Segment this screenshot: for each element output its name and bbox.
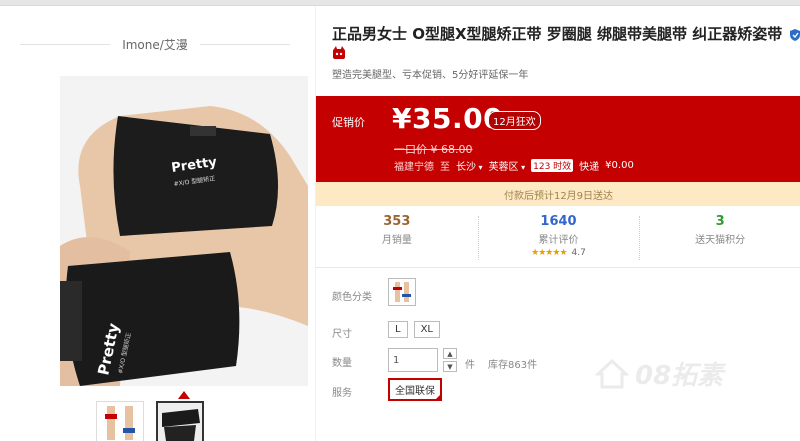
shield-icon[interactable] bbox=[788, 28, 800, 42]
watermark-house-icon bbox=[595, 358, 629, 388]
stat-label[interactable]: 累计评价 bbox=[539, 231, 579, 246]
stat-value: 3 bbox=[715, 214, 725, 229]
stat-value[interactable]: 1640 bbox=[540, 214, 576, 229]
watermark: 08拓素 bbox=[595, 355, 723, 392]
ship-to-label: 至 bbox=[440, 162, 450, 173]
rating-stars: ★★★★★ 4.7 bbox=[531, 248, 586, 258]
star-icons: ★★★★★ bbox=[531, 248, 567, 258]
ship-city-dropdown[interactable]: 长沙 bbox=[456, 158, 483, 173]
stat-points: 3 送天猫积分 bbox=[639, 206, 800, 267]
color-label: 颜色分类 bbox=[332, 292, 372, 303]
price-label: 促销价 bbox=[332, 116, 365, 129]
stat-reviews[interactable]: 1640 累计评价 ★★★★★ 4.7 bbox=[477, 206, 640, 267]
ship-time-badge: 123 时效 bbox=[531, 159, 574, 172]
ship-fee-label: 快递 bbox=[579, 162, 600, 173]
quantity-label: 数量 bbox=[332, 358, 352, 369]
service-label: 服务 bbox=[332, 388, 352, 399]
size-label: 尺寸 bbox=[332, 329, 352, 340]
main-product-image[interactable]: Pretty #X/O 型腿矫正 Pretty #X/O 型腿矫正 bbox=[60, 76, 308, 386]
stats-bar: 353 月销量 1640 累计评价 ★★★★★ 4.7 3 送天猫积分 bbox=[316, 206, 800, 268]
quantity-decrease-icon[interactable]: ▼ bbox=[443, 361, 457, 372]
price-panel: 促销价 ¥35.00 12月狂欢 一口价 ¥ 68.00 福建宁德 至 长沙 芙… bbox=[316, 96, 800, 182]
stock-count: 库存863件 bbox=[488, 360, 538, 371]
quantity-unit: 件 bbox=[465, 360, 475, 371]
size-option-l[interactable]: L bbox=[388, 321, 408, 338]
shipping-row: 福建宁德 至 长沙 芙蓉区 123 时效 快递 ¥0.00 bbox=[394, 158, 634, 173]
stat-label: 送天猫积分 bbox=[695, 235, 746, 246]
thumb-pointer-icon bbox=[178, 391, 190, 399]
original-price-value: ¥ 68.00 bbox=[430, 143, 473, 156]
current-price: ¥35.00 bbox=[392, 102, 504, 135]
service-option-selected[interactable]: 全国联保 bbox=[388, 378, 442, 401]
gallery: Imone/艾漫 Pretty #X/O 型腿矫正 Pretty #X/O 型腿… bbox=[0, 6, 315, 441]
size-options: L XL bbox=[388, 321, 440, 338]
promo-badge: 12月狂欢 bbox=[488, 111, 541, 130]
thumbnail-strip bbox=[96, 401, 204, 441]
tmall-cat-icon[interactable] bbox=[332, 46, 346, 60]
stat-value: 353 bbox=[383, 214, 411, 229]
brand-header[interactable]: Imone/艾漫 bbox=[20, 34, 290, 54]
ship-from: 福建宁德 bbox=[394, 162, 434, 173]
product-subtitle: 塑造完美腿型、亏本促销、5分好评延保一年 bbox=[332, 70, 529, 81]
ship-fee: ¥0.00 bbox=[605, 160, 634, 171]
product-title: 正品男女士 O型腿X型腿矫正带 罗圈腿 绑腿带美腿带 纠正器矫姿带 bbox=[332, 25, 783, 43]
brand-name[interactable]: Imone/艾漫 bbox=[110, 36, 200, 53]
delivery-estimate: 付款后预计12月9日送达 bbox=[316, 182, 800, 206]
rating-score: 4.7 bbox=[571, 248, 586, 258]
size-option-xl[interactable]: XL bbox=[413, 321, 440, 338]
stat-label: 月销量 bbox=[381, 235, 412, 246]
quantity-input[interactable]: 1 bbox=[388, 348, 438, 372]
stat-monthly-sales: 353 月销量 bbox=[316, 206, 478, 267]
original-price: 一口价 ¥ 68.00 bbox=[394, 141, 473, 157]
thumbnail-1[interactable] bbox=[96, 401, 144, 441]
color-swatch[interactable] bbox=[388, 278, 416, 306]
quantity-increase-icon[interactable]: ▲ bbox=[443, 348, 457, 359]
thumbnail-2-selected[interactable] bbox=[156, 401, 204, 441]
ship-district-dropdown[interactable]: 芙蓉区 bbox=[489, 158, 526, 173]
watermark-text: 08拓素 bbox=[635, 361, 724, 391]
original-price-label: 一口价 bbox=[394, 143, 427, 156]
product-info: 正品男女士 O型腿X型腿矫正带 罗圈腿 绑腿带美腿带 纠正器矫姿带 塑造完美腿型… bbox=[315, 6, 800, 441]
